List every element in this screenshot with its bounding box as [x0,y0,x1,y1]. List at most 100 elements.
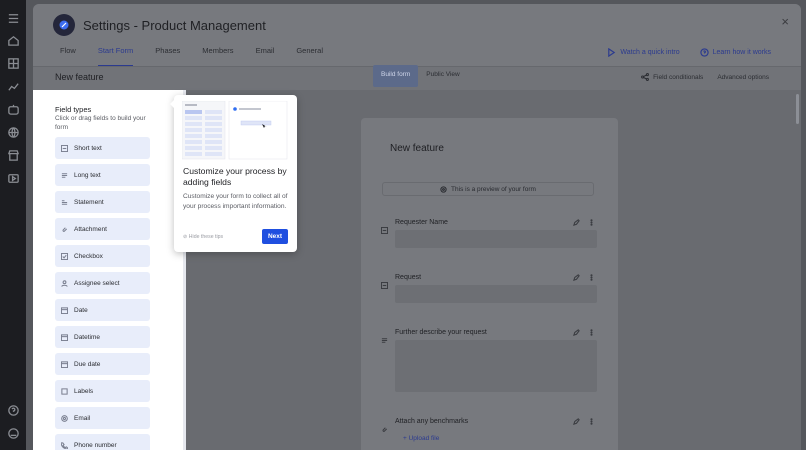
field-labels[interactable]: Labels [55,380,150,402]
field-types-panel: Field types Click or drag fields to buil… [33,90,183,450]
branch-icon [641,73,650,81]
edit-icon[interactable] [573,418,580,425]
help-icon[interactable] [6,403,20,417]
edit-icon[interactable] [573,329,580,336]
form-name: New feature [55,72,104,82]
build-form-button[interactable]: Build form [373,65,419,87]
field-label: Email [74,414,91,422]
field-date[interactable]: Date [55,299,150,321]
play-icon [608,48,616,57]
support-icon[interactable] [6,426,20,440]
field-attachment[interactable]: Attachment [55,218,150,240]
statement-icon [61,199,68,206]
long-text-icon [381,331,388,343]
attachment-icon [61,226,68,233]
form-subbar: New feature Build form Public View Field… [33,65,801,90]
upload-file-link[interactable]: + Upload file [403,435,439,442]
onboarding-tip: Customize your process by adding fields … [170,95,297,252]
close-icon[interactable]: × [781,14,789,29]
field-label: Long text [74,171,101,179]
preview-note: This is a preview of your form [382,182,594,196]
tab-members[interactable]: Members [202,46,233,67]
canvas-scrollbar[interactable] [796,94,799,124]
tab-general[interactable]: General [296,46,323,67]
edit-icon[interactable] [573,219,580,226]
learn-how-link[interactable]: Learn how it works [699,48,771,57]
more-icon[interactable] [588,219,595,226]
field-label: Statement [74,198,104,206]
chart-icon[interactable] [6,79,20,93]
attachment-icon [381,420,388,432]
tip-illustration [182,101,288,160]
globe-icon[interactable] [6,125,20,139]
form-preview-card: New feature This is a preview of your fo… [361,118,618,450]
menu-icon[interactable] [6,11,20,25]
question-input[interactable] [395,285,597,303]
field-label: Labels [74,387,94,395]
upload-file-label: Upload file [408,435,440,442]
tab-phases[interactable]: Phases [155,46,180,67]
hide-tips-link[interactable]: ⊘ Hide these tips [183,234,223,240]
view-toggle: Build form Public View [373,65,468,87]
watch-intro-link[interactable]: Watch a quick intro [607,48,680,57]
question-actions [573,418,595,425]
field-email[interactable]: Email [55,407,150,429]
question-label: Requester Name [395,219,448,226]
long-text-icon [61,172,68,179]
short-text-icon [380,276,389,290]
hide-tips-label: Hide these tips [188,234,224,240]
public-view-button[interactable]: Public View [418,65,467,87]
field-label: Checkbox [74,252,103,260]
calendar-icon [61,360,68,368]
store-icon[interactable] [6,148,20,162]
checkbox-icon [61,252,68,260]
more-icon[interactable] [588,418,595,425]
more-icon[interactable] [588,274,595,281]
settings-tabs: Flow Start Form Phases Members Email Gen… [60,46,345,67]
home-icon[interactable] [6,33,20,47]
advanced-options-label: Advanced options [717,73,769,81]
field-type-list: Short text Long text Statement Attachmen… [55,137,150,450]
field-types-title: Field types [55,105,92,114]
next-button[interactable]: Next [262,229,288,244]
grid-icon[interactable] [6,56,20,70]
short-text-icon [61,144,68,152]
edit-icon[interactable] [573,274,580,281]
field-due-date[interactable]: Due date [55,353,150,375]
field-assignee-select[interactable]: Assignee select [55,272,150,294]
subbar-links: Field conditionals Advanced options [641,73,769,81]
phone-icon [61,441,68,449]
field-long-text[interactable]: Long text [55,164,150,186]
field-checkbox[interactable]: Checkbox [55,245,150,267]
learn-how-label: Learn how it works [712,49,771,56]
field-short-text[interactable]: Short text [55,137,150,159]
field-label: Datetime [74,333,101,341]
question-input[interactable] [395,230,597,248]
field-conditionals-button[interactable]: Field conditionals [641,73,703,81]
robot-icon[interactable] [6,102,20,116]
field-phone-number[interactable]: Phone number [55,434,150,450]
app-rail [0,0,26,450]
field-datetime[interactable]: Datetime [55,326,150,348]
tip-title: Customize your process by adding fields [183,166,287,187]
tab-email[interactable]: Email [256,46,275,67]
video-icon[interactable] [6,171,20,185]
tab-flow[interactable]: Flow [60,46,76,67]
question-label: Further describe your request [395,329,487,336]
advanced-options-button[interactable]: Advanced options [717,73,769,81]
tip-body: Customize your form to collect all of yo… [183,193,288,210]
field-statement[interactable]: Statement [55,191,150,213]
user-icon [61,279,68,287]
tip-arrow [170,99,175,109]
question-textarea[interactable] [395,340,597,392]
preview-note-text: This is a preview of your form [451,185,536,193]
watch-intro-label: Watch a quick intro [620,49,680,56]
calendar-icon [61,333,68,341]
tab-start-form[interactable]: Start Form [97,46,134,67]
question-circle-icon [699,48,709,57]
settings-modal: Settings - Product Management × Flow Sta… [33,4,801,450]
header-links: Watch a quick intro Learn how it works [607,48,771,57]
question-actions [573,219,595,226]
question-actions [573,274,595,281]
more-icon[interactable] [588,329,595,336]
